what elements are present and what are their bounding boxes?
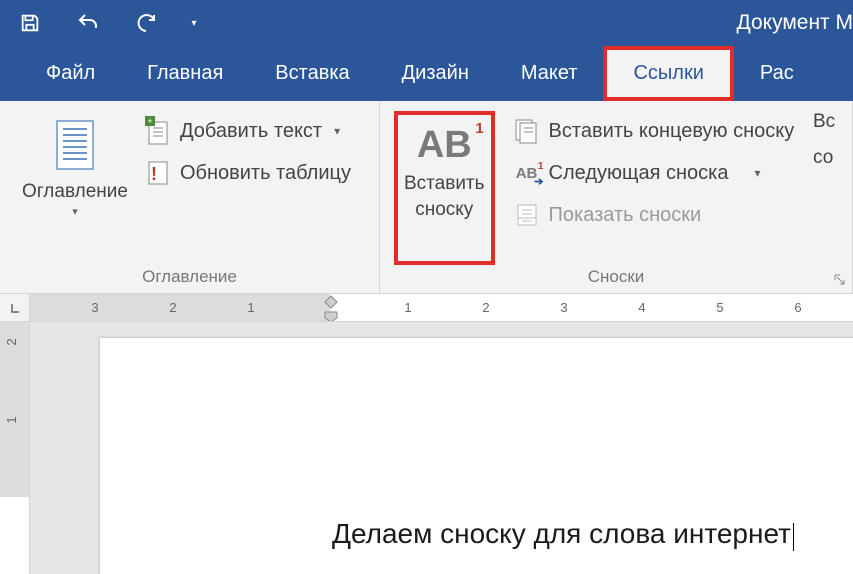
ab-next-icon: AB 1 ➔ bbox=[516, 165, 538, 182]
next-footnote-label: Следующая сноска bbox=[549, 162, 729, 185]
endnote-icon bbox=[514, 118, 540, 144]
tab-insert[interactable]: Вставка bbox=[249, 46, 375, 101]
toc-icon bbox=[51, 119, 99, 175]
save-button[interactable] bbox=[10, 3, 50, 43]
horizontal-ruler[interactable]: 3 2 1 1 2 3 4 5 6 bbox=[30, 294, 853, 321]
group-label-toc: Оглавление bbox=[0, 267, 379, 287]
document-title: Документ M bbox=[737, 11, 853, 35]
svg-text:+: + bbox=[147, 116, 152, 126]
ribbon-tabs: Файл Главная Вставка Дизайн Макет Ссылки… bbox=[0, 46, 853, 101]
ribbon: Оглавление ▾ + Добавить текст ▾ bbox=[0, 101, 853, 294]
insert-footnote-label-2: сноску bbox=[415, 199, 473, 221]
tab-home[interactable]: Главная bbox=[121, 46, 249, 101]
document-text[interactable]: Делаем сноску для слова интернет bbox=[332, 518, 794, 551]
chevron-down-icon: ▾ bbox=[72, 205, 78, 218]
page: Делаем сноску для слова интернет bbox=[100, 338, 853, 574]
show-notes-button[interactable]: Показать сноски bbox=[509, 199, 799, 231]
qat-customize-button[interactable]: ▾ bbox=[184, 3, 204, 43]
insert-endnote-button[interactable]: Вставить концевую сноску bbox=[509, 115, 799, 147]
add-text-button[interactable]: + Добавить текст ▾ bbox=[140, 115, 355, 147]
redo-button[interactable] bbox=[126, 3, 166, 43]
ruler-num: 1 bbox=[4, 416, 19, 423]
ruler-num: 1 bbox=[247, 300, 254, 315]
insert-footnote-button[interactable]: AB 1 Вставить сноску bbox=[394, 111, 495, 265]
undo-button[interactable] bbox=[68, 3, 108, 43]
clip-text-2: со bbox=[813, 147, 853, 169]
chevron-down-icon: ▾ bbox=[191, 18, 196, 29]
tab-file[interactable]: Файл bbox=[20, 46, 121, 101]
update-table-icon: ! bbox=[145, 158, 171, 188]
ruler-num: 6 bbox=[794, 300, 801, 315]
group-label-footnotes: Сноски bbox=[380, 267, 852, 287]
ruler-num: 2 bbox=[482, 300, 489, 315]
text-cursor bbox=[793, 523, 794, 551]
toc-button-label: Оглавление bbox=[22, 181, 128, 203]
insert-footnote-label-1: Вставить bbox=[404, 173, 485, 195]
add-text-icon: + bbox=[145, 116, 171, 146]
ruler-num: 3 bbox=[560, 300, 567, 315]
clip-text-1: Вс bbox=[813, 111, 853, 133]
tab-layout[interactable]: Макет bbox=[495, 46, 604, 101]
document-canvas[interactable]: Делаем сноску для слова интернет bbox=[30, 322, 853, 574]
add-text-label: Добавить текст bbox=[180, 120, 322, 143]
show-notes-label: Показать сноски bbox=[549, 204, 702, 227]
show-notes-icon bbox=[514, 202, 540, 228]
ruler-num: 2 bbox=[169, 300, 176, 315]
save-icon bbox=[19, 12, 41, 34]
tab-mailings[interactable]: Рас bbox=[734, 46, 820, 101]
group-toc: Оглавление ▾ + Добавить текст ▾ bbox=[0, 101, 380, 293]
quick-access-toolbar: ▾ bbox=[10, 3, 204, 43]
insert-endnote-label: Вставить концевую сноску bbox=[549, 120, 795, 143]
group-footnotes: AB 1 Вставить сноску Вставить концевую с… bbox=[380, 101, 853, 293]
ruler-num: 4 bbox=[638, 300, 645, 315]
ribbon-right-clip: Вс со bbox=[813, 101, 853, 293]
chevron-down-icon: ▾ bbox=[754, 166, 760, 180]
ruler-area: 3 2 1 1 2 3 4 5 6 bbox=[0, 294, 853, 322]
title-bar: ▾ Документ M bbox=[0, 0, 853, 46]
tab-references[interactable]: Ссылки bbox=[603, 46, 733, 101]
toc-button[interactable]: Оглавление ▾ bbox=[14, 111, 136, 265]
next-footnote-button[interactable]: AB 1 ➔ Следующая сноска ▾ bbox=[509, 157, 799, 189]
ruler-num: 5 bbox=[716, 300, 723, 315]
ruler-corner[interactable] bbox=[0, 294, 30, 321]
indent-marker-icon[interactable] bbox=[324, 294, 338, 321]
ruler-num: 1 bbox=[404, 300, 411, 315]
ruler-num: 2 bbox=[4, 338, 19, 345]
ab-footnote-icon: AB 1 bbox=[417, 122, 472, 168]
document-area: 2 1 Делаем сноску для слова интернет bbox=[0, 322, 853, 574]
redo-icon bbox=[134, 11, 158, 35]
tab-design[interactable]: Дизайн bbox=[376, 46, 495, 101]
vertical-ruler[interactable]: 2 1 bbox=[0, 322, 30, 574]
chevron-down-icon: ▾ bbox=[334, 124, 340, 138]
update-table-button[interactable]: ! Обновить таблицу bbox=[140, 157, 355, 189]
ruler-num: 3 bbox=[91, 300, 98, 315]
undo-icon bbox=[76, 11, 100, 35]
update-table-label: Обновить таблицу bbox=[180, 162, 351, 185]
svg-text:!: ! bbox=[151, 164, 157, 184]
tab-selector-icon bbox=[9, 302, 21, 314]
